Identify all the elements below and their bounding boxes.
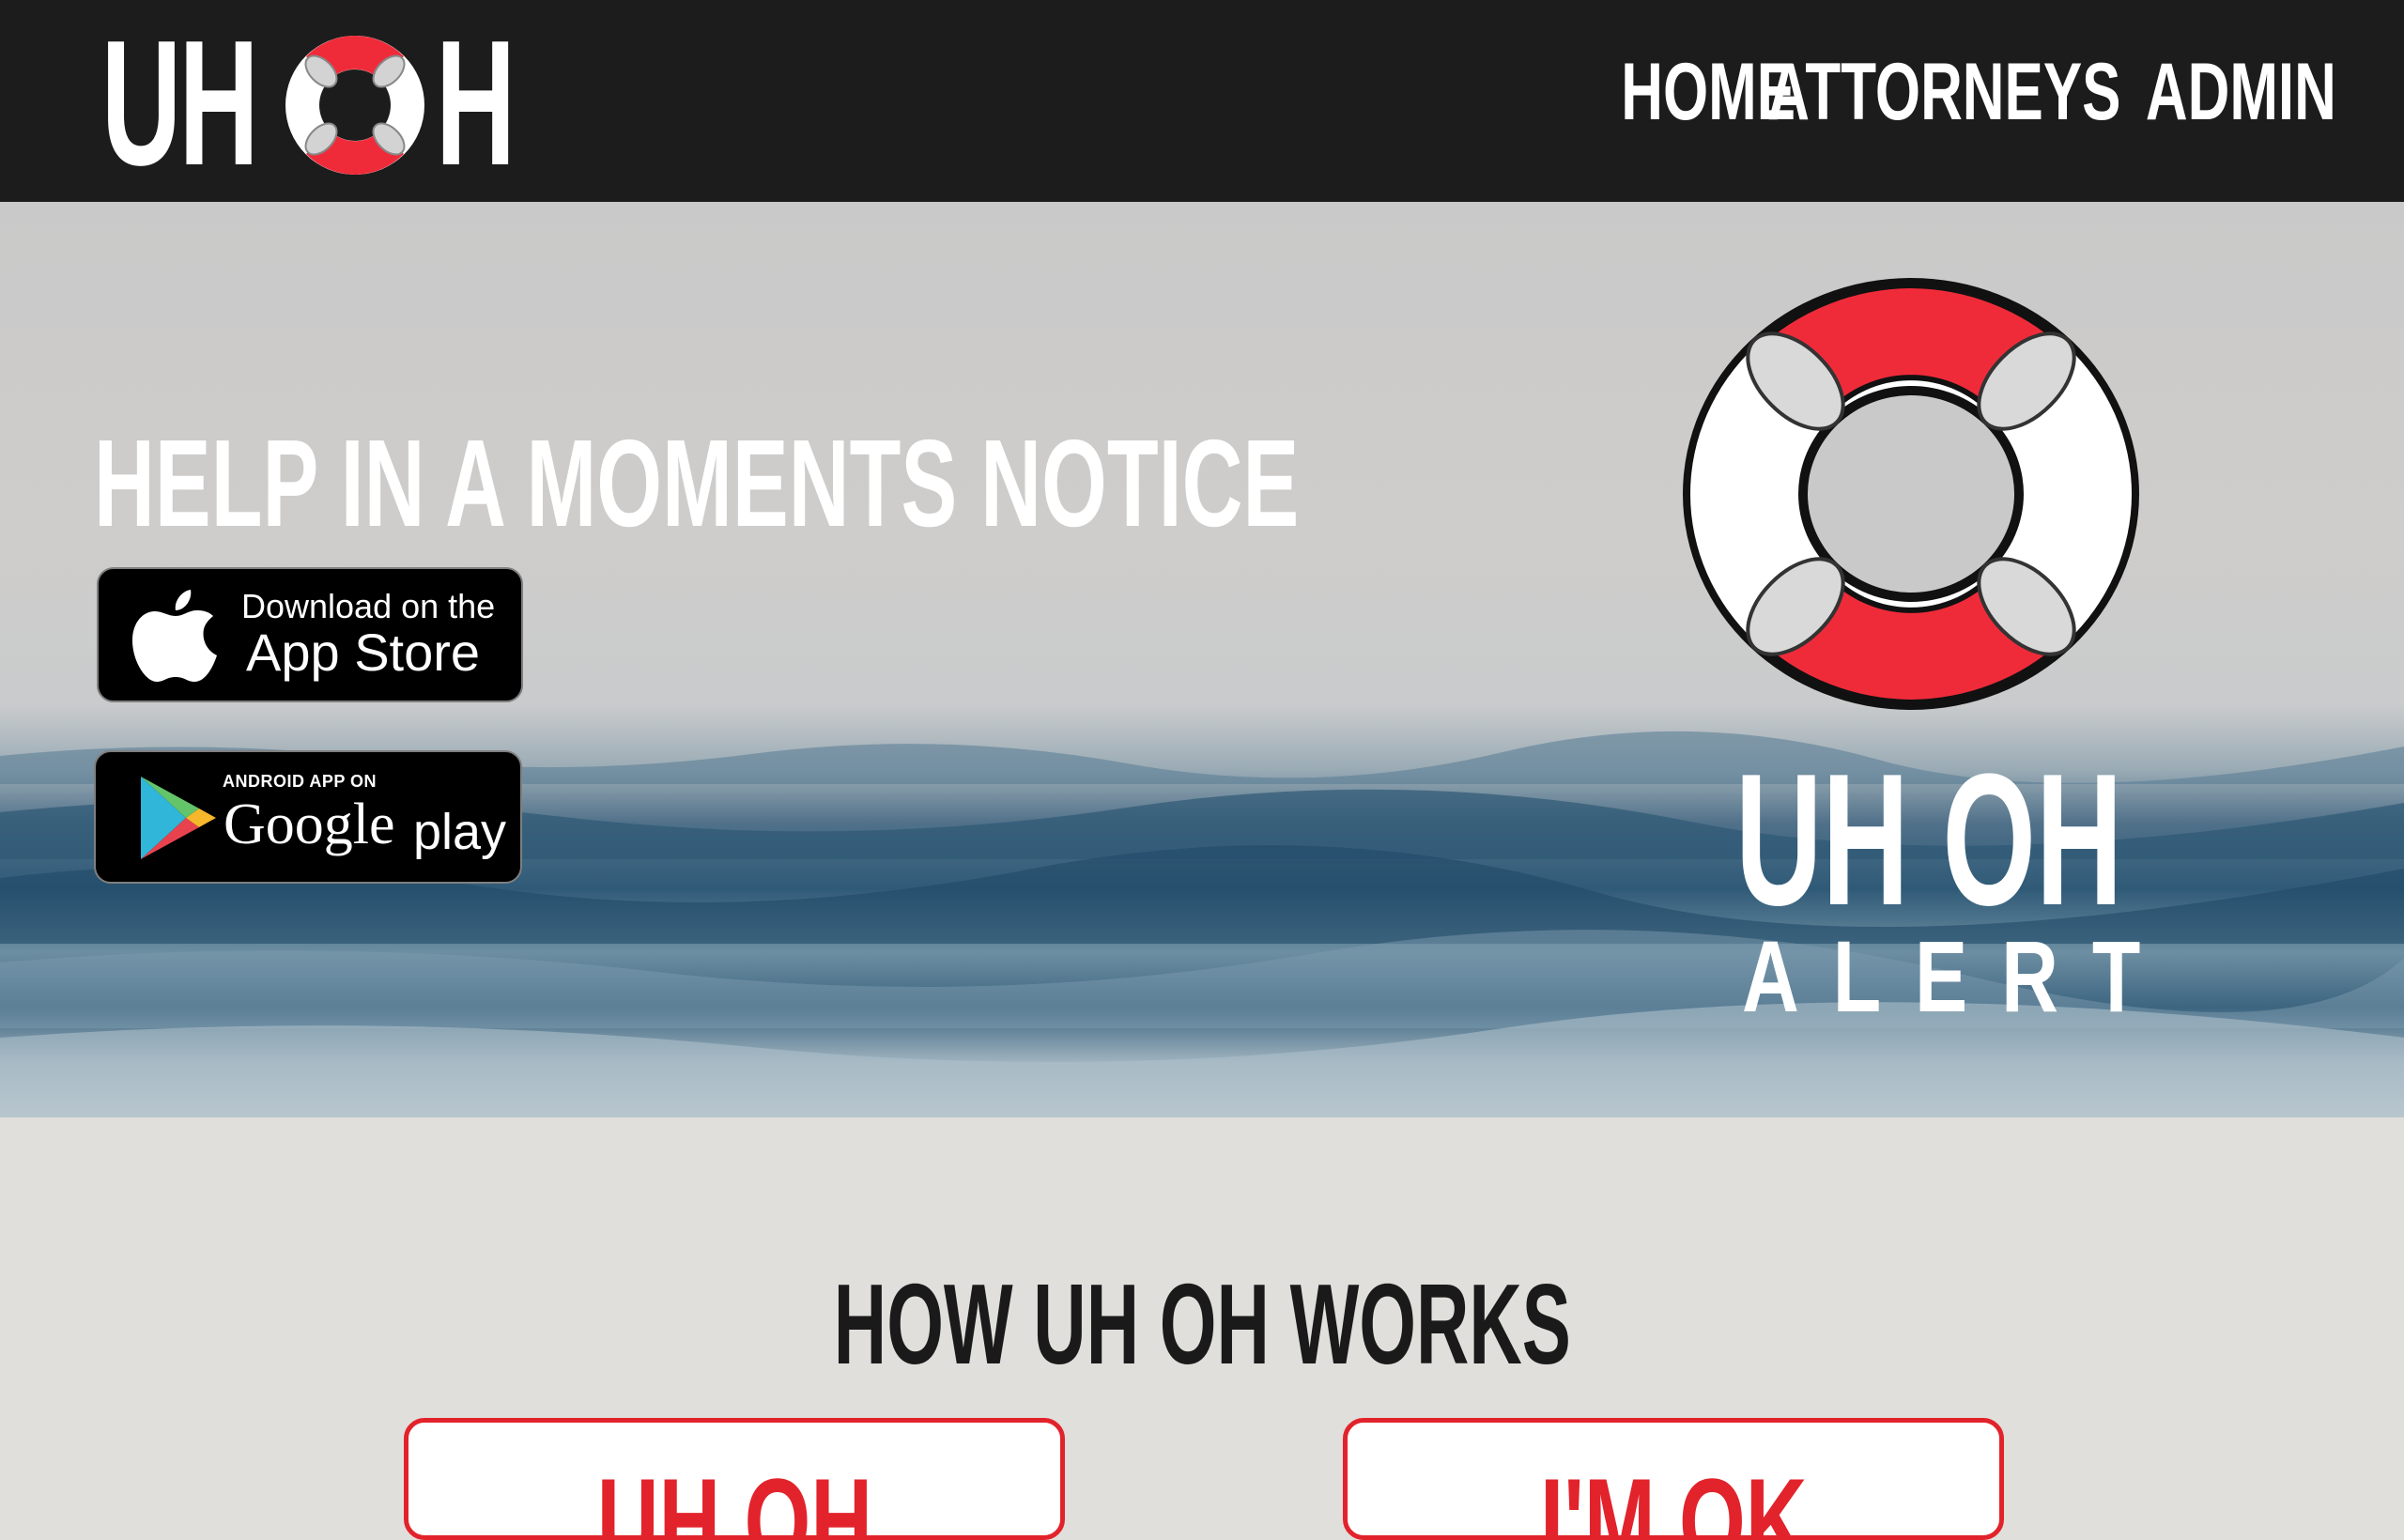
app-store-small-text: Download on the bbox=[241, 587, 496, 625]
hero-banner: HELP IN A MOMENTS NOTICE Download on the… bbox=[0, 202, 2404, 1117]
life-ring-icon bbox=[1683, 278, 2139, 710]
nav-admin-link[interactable]: ADMIN bbox=[2146, 45, 2336, 139]
im-ok-card[interactable]: I'M OK bbox=[1343, 1418, 2004, 1540]
app-store-big-text: App Store bbox=[246, 623, 481, 682]
uh-oh-card[interactable]: UH OH bbox=[404, 1418, 1065, 1540]
app-store-button[interactable]: Download on the App Store bbox=[97, 567, 523, 702]
google-play-play-text: play bbox=[413, 804, 507, 860]
logo-text-left: UH bbox=[101, 4, 259, 203]
site-logo[interactable]: UH H bbox=[101, 4, 524, 203]
google-play-google-text: Google bbox=[223, 793, 395, 856]
google-play-icon bbox=[141, 777, 216, 859]
nav-menu: HOME ATTORNEYS ADMIN bbox=[1621, 45, 2336, 139]
alert-subtitle: ALERT bbox=[1742, 919, 2175, 1033]
google-play-button[interactable]: ANDROID APP ON Google play bbox=[94, 750, 522, 884]
alert-title: UH OH bbox=[1735, 735, 2123, 945]
logo-text-right: H bbox=[436, 4, 516, 203]
nav-attorneys-link[interactable]: ATTORNEYS bbox=[1767, 45, 2120, 139]
top-nav: UH H HOME ATTORNEYS ADMIN bbox=[0, 0, 2404, 202]
google-play-small-text: ANDROID APP ON bbox=[223, 772, 378, 791]
life-ring-icon bbox=[285, 36, 424, 175]
how-it-works-heading: HOW UH OH WORKS bbox=[0, 1260, 2404, 1388]
hero-title: HELP IN A MOMENTS NOTICE bbox=[94, 414, 1300, 552]
apple-icon bbox=[132, 590, 217, 682]
section-title-text: HOW UH OH WORKS bbox=[833, 1260, 1571, 1388]
